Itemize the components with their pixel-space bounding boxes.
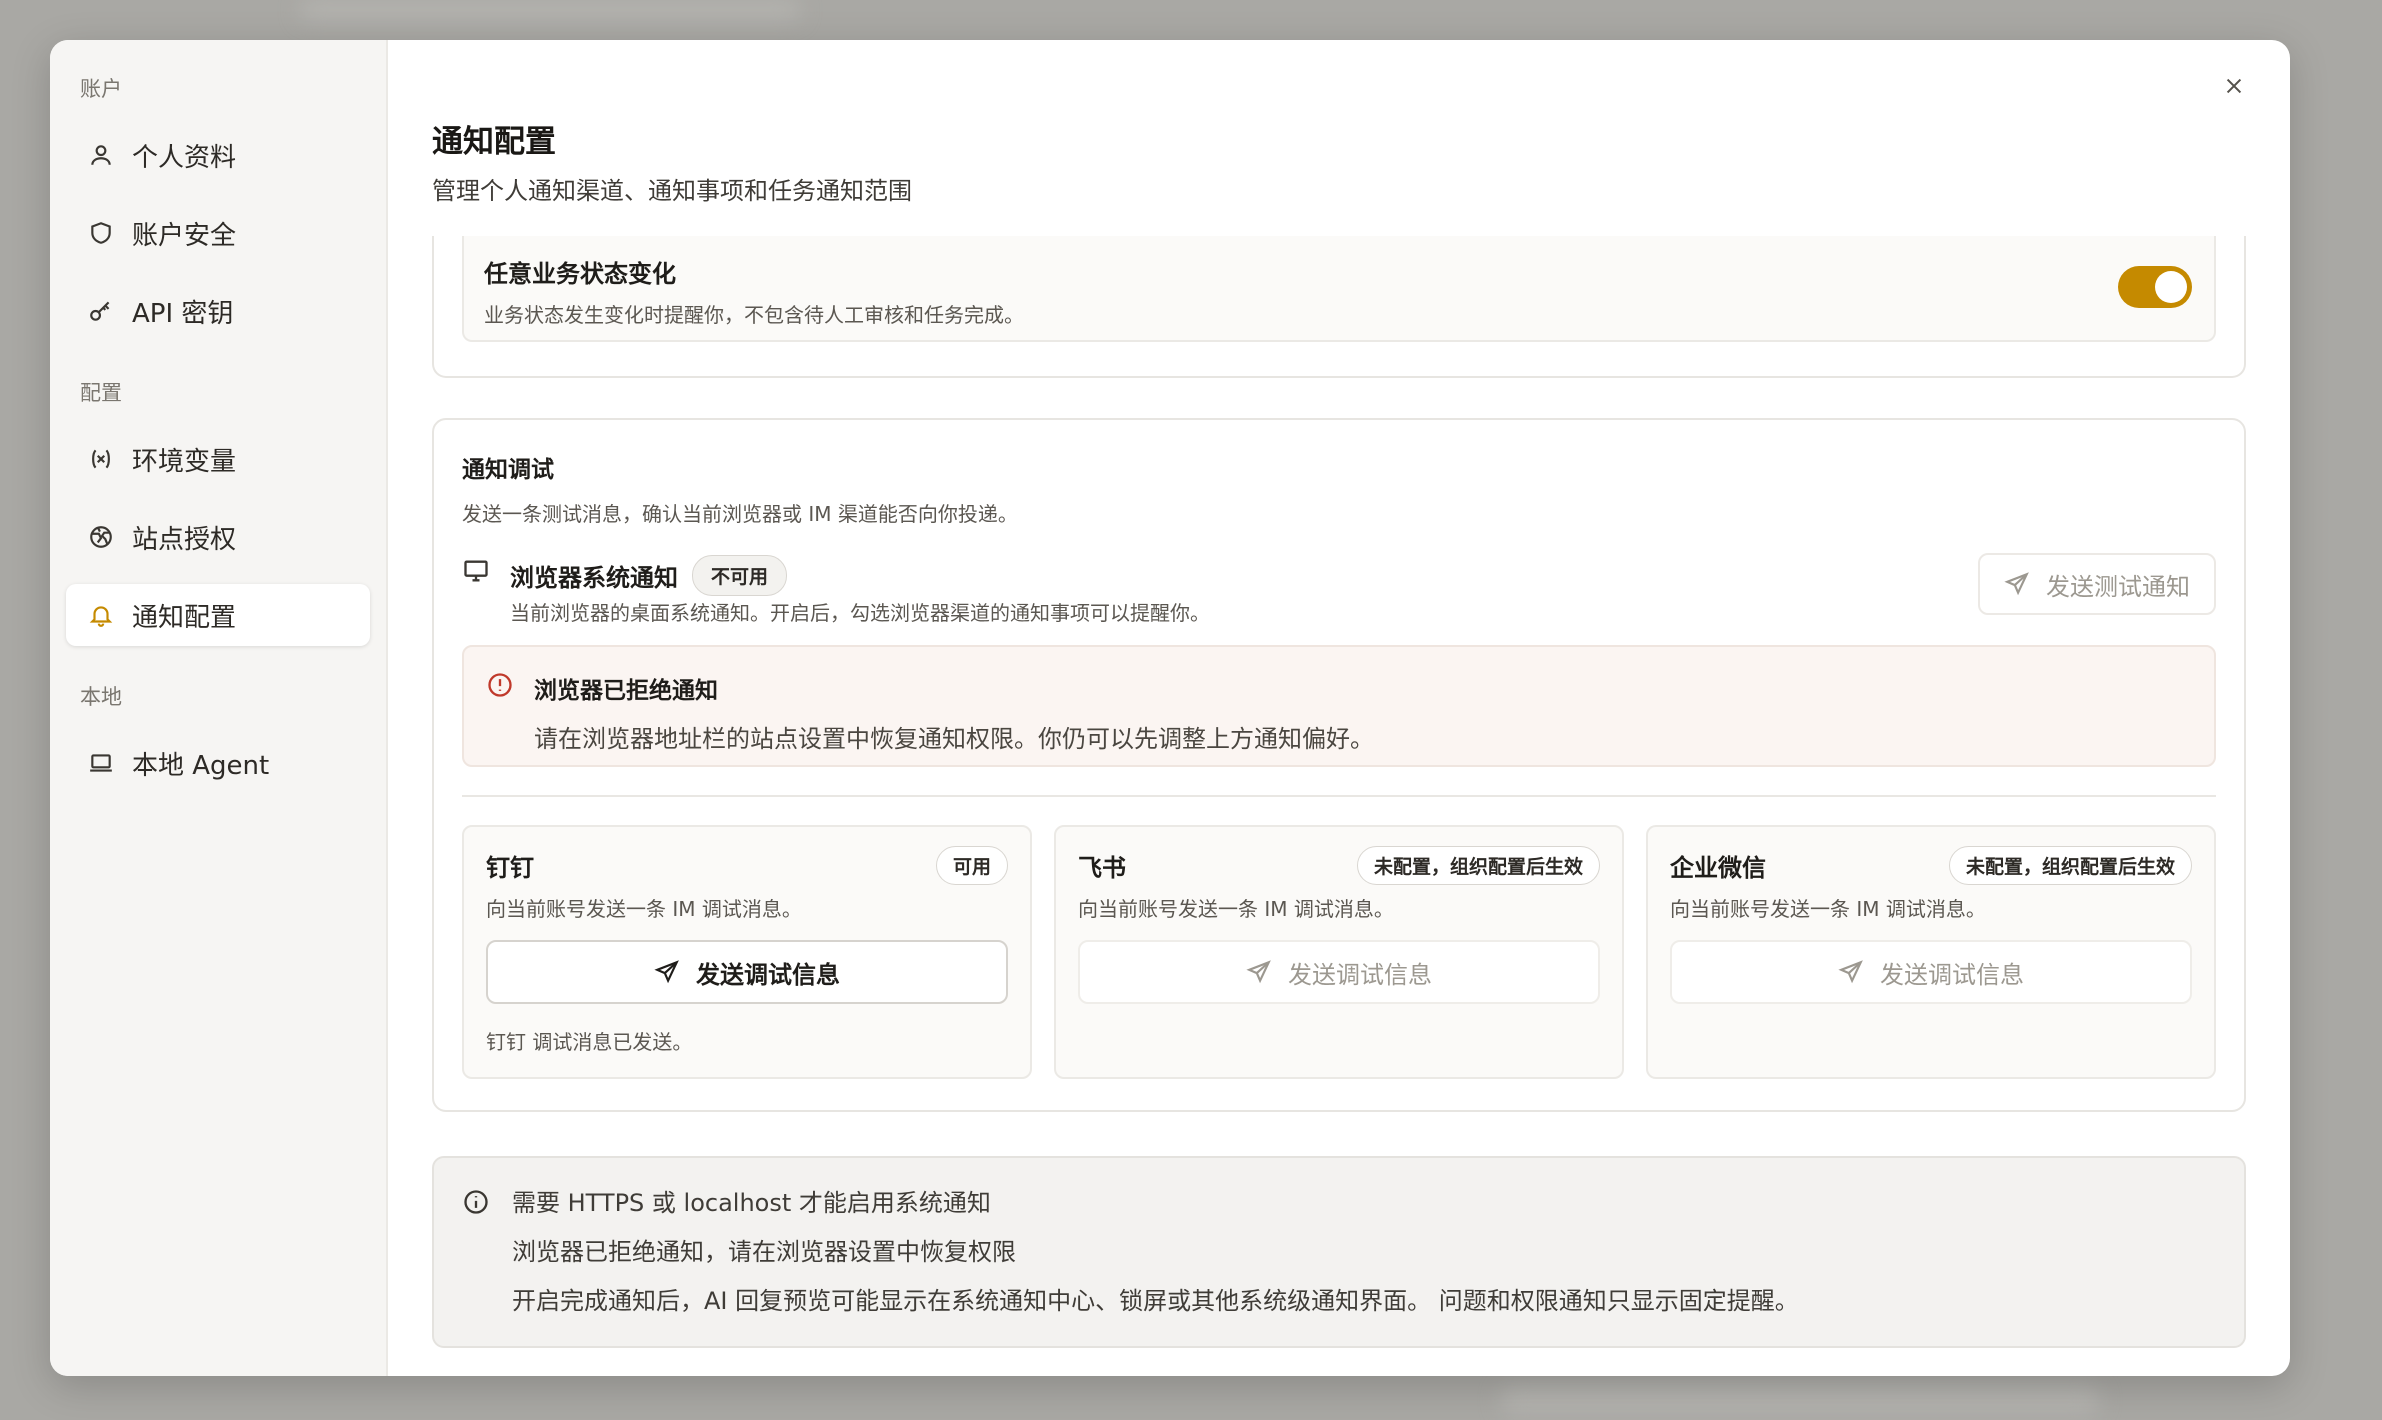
im-card-dingtalk: 钉钉 可用 向当前账号发送一条 IM 调试消息。 发送调试信息 钉钉 调试消息已…: [462, 825, 1032, 1079]
im-desc: 向当前账号发送一条 IM 调试消息。: [1670, 897, 1986, 921]
send-debug-label: 发送调试信息: [1880, 960, 2024, 989]
status-change-desc: 业务状态发生变化时提醒你，不包含待人工审核和任务完成。: [484, 303, 1024, 327]
send-debug-label: 发送调试信息: [696, 960, 840, 989]
shield-icon: [86, 218, 116, 248]
sidebar-item-site-auth[interactable]: 站点授权: [66, 506, 370, 568]
send-test-notification-button[interactable]: 发送测试通知: [1978, 553, 2216, 615]
status-change-toggle[interactable]: [2118, 266, 2192, 308]
sidebar-item-security[interactable]: 账户安全: [66, 202, 370, 264]
notification-debug-card: 通知调试 发送一条测试消息，确认当前浏览器或 IM 渠道能否向你投递。 浏览器系…: [432, 418, 2246, 1112]
page-subtitle: 管理个人通知渠道、通知事项和任务通知范围: [432, 177, 912, 205]
alert-circle-icon: [486, 671, 514, 703]
settings-sidebar: 账户 个人资料 账户安全 API 密钥 配置 环境变量 站点授权 通知配置 本地: [50, 40, 388, 1376]
sidebar-item-label: 环境变量: [132, 446, 237, 477]
notification-events-card: 任意业务状态变化 业务状态发生变化时提醒你，不包含待人工审核和任务完成。: [432, 236, 2246, 378]
im-desc: 向当前账号发送一条 IM 调试消息。: [486, 897, 802, 921]
sidebar-item-notifications[interactable]: 通知配置: [66, 584, 370, 646]
im-card-feishu: 飞书 未配置，组织配置后生效 向当前账号发送一条 IM 调试消息。 发送调试信息: [1054, 825, 1624, 1079]
key-icon: [86, 296, 116, 326]
sidebar-item-label: 本地 Agent: [132, 750, 270, 781]
send-icon: [1838, 960, 1863, 984]
sidebar-section-config: 配置: [80, 381, 122, 405]
browser-notification-desc: 当前浏览器的桌面系统通知。开启后，勾选浏览器渠道的通知事项可以提醒你。: [510, 601, 1210, 625]
user-icon: [86, 140, 116, 170]
sidebar-item-local-agent[interactable]: 本地 Agent: [66, 732, 370, 794]
info-line: 浏览器已拒绝通知，请在浏览器设置中恢复权限: [512, 1238, 1016, 1266]
sidebar-item-label: 个人资料: [132, 142, 237, 173]
sidebar-section-local: 本地: [80, 685, 122, 709]
permission-denied-alert: 浏览器已拒绝通知 请在浏览器地址栏的站点设置中恢复通知权限。你仍可以先调整上方通…: [462, 645, 2216, 767]
im-card-wecom: 企业微信 未配置，组织配置后生效 向当前账号发送一条 IM 调试消息。 发送调试…: [1646, 825, 2216, 1079]
monitor-icon: [462, 557, 490, 589]
debug-title: 通知调试: [462, 457, 554, 483]
sidebar-item-profile[interactable]: 个人资料: [66, 124, 370, 186]
page-title: 通知配置: [432, 124, 556, 160]
alert-desc: 请在浏览器地址栏的站点设置中恢复通知权限。你仍可以先调整上方通知偏好。: [534, 725, 1374, 753]
im-name: 企业微信: [1670, 853, 1766, 882]
close-icon: [2226, 78, 2242, 94]
browser-notification-row: 浏览器系统通知 不可用 当前浏览器的桌面系统通知。开启后，勾选浏览器渠道的通知事…: [462, 553, 2216, 625]
toggle-knob: [2155, 271, 2187, 303]
bell-icon: [86, 600, 116, 630]
status-badge: 未配置，组织配置后生效: [1356, 845, 1600, 885]
status-change-row: 任意业务状态变化 业务状态发生变化时提醒你，不包含待人工审核和任务完成。: [462, 236, 2216, 342]
status-badge: 可用: [935, 845, 1008, 885]
sidebar-item-label: 站点授权: [132, 524, 237, 555]
send-icon: [654, 960, 679, 984]
send-debug-label: 发送调试信息: [1288, 960, 1432, 989]
debug-desc: 发送一条测试消息，确认当前浏览器或 IM 渠道能否向你投递。: [462, 502, 1018, 526]
sidebar-item-api-keys[interactable]: API 密钥: [66, 280, 370, 342]
settings-content: 通知配置 管理个人通知渠道、通知事项和任务通知范围 任意业务状态变化 业务状态发…: [388, 40, 2290, 1376]
im-channels: 钉钉 可用 向当前账号发送一条 IM 调试消息。 发送调试信息 钉钉 调试消息已…: [462, 825, 2216, 1079]
send-icon: [1246, 960, 1271, 984]
info-icon: [462, 1188, 490, 1220]
browser-notification-title: 浏览器系统通知: [510, 564, 678, 592]
sidebar-item-env-vars[interactable]: 环境变量: [66, 428, 370, 490]
send-debug-message-button[interactable]: 发送调试信息: [486, 940, 1008, 1004]
sidebar-section-account: 账户: [80, 77, 122, 101]
status-change-title: 任意业务状态变化: [484, 260, 676, 288]
globe-icon: [86, 522, 116, 552]
sidebar-item-label: API 密钥: [132, 298, 234, 329]
close-button[interactable]: [2214, 66, 2254, 106]
send-debug-message-button[interactable]: 发送调试信息: [1670, 940, 2192, 1004]
variable-icon: [86, 444, 116, 474]
sidebar-item-label: 通知配置: [132, 602, 237, 633]
send-test-label: 发送测试通知: [2046, 572, 2190, 601]
im-name: 飞书: [1078, 853, 1126, 882]
info-line: 开启完成通知后，AI 回复预览可能显示在系统通知中心、锁屏或其他系统级通知界面。…: [512, 1287, 1799, 1315]
status-badge: 不可用: [692, 555, 788, 596]
notification-info-box: 需要 HTTPS 或 localhost 才能启用系统通知 浏览器已拒绝通知，请…: [432, 1156, 2246, 1348]
sidebar-item-label: 账户安全: [132, 220, 237, 251]
settings-dialog: 账户 个人资料 账户安全 API 密钥 配置 环境变量 站点授权 通知配置 本地: [50, 40, 2290, 1376]
im-status: 钉钉 调试消息已发送。: [486, 1030, 693, 1054]
im-name: 钉钉: [486, 853, 534, 882]
info-line: 需要 HTTPS 或 localhost 才能启用系统通知: [512, 1189, 991, 1217]
divider: [462, 795, 2216, 797]
laptop-icon: [86, 748, 116, 778]
send-debug-message-button[interactable]: 发送调试信息: [1078, 940, 1600, 1004]
status-badge: 未配置，组织配置后生效: [1948, 845, 2192, 885]
send-icon: [2004, 572, 2029, 596]
alert-title: 浏览器已拒绝通知: [534, 678, 718, 704]
im-desc: 向当前账号发送一条 IM 调试消息。: [1078, 897, 1394, 921]
